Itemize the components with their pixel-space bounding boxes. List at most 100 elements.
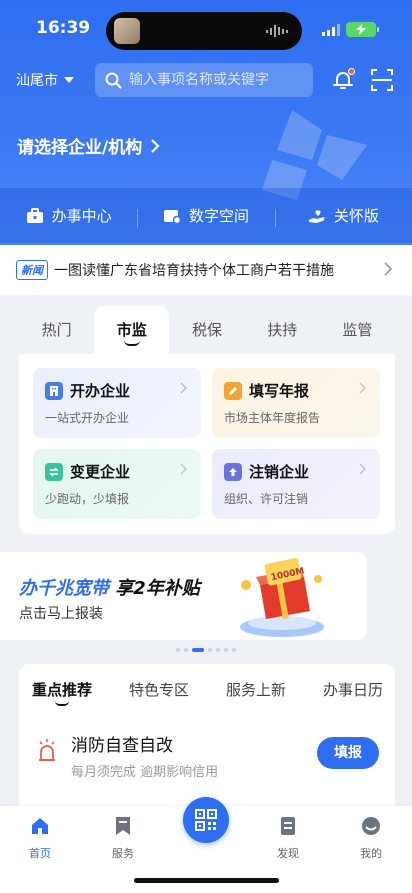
- qr-code-button[interactable]: [183, 797, 229, 843]
- chevron-right-icon: [359, 382, 366, 394]
- category-panel: 开办企业 一站式开办企业 填写年报 市场主体年度报告 变更企业 少跑动，少填报: [19, 354, 395, 534]
- carousel-dot: [216, 648, 220, 652]
- nav-profile[interactable]: 我的: [341, 816, 401, 861]
- tab-market-supervision[interactable]: 市监: [94, 306, 170, 354]
- banner-headline: 办千兆宽带 享2年补贴: [19, 574, 200, 600]
- fill-report-button[interactable]: 填报: [317, 737, 379, 769]
- briefcase-icon: [26, 207, 43, 223]
- qr-code-icon: [195, 809, 217, 831]
- carousel-dot: [208, 648, 212, 652]
- gift-box-icon: 1000M: [240, 558, 324, 637]
- bookmark-icon: [116, 817, 130, 835]
- category-tabs: 热门 市监 税保 扶持 监管: [19, 306, 395, 354]
- category-section: 热门 市监 税保 扶持 监管 开办企业 一站式开办企业 填写年报 市场主体年度报…: [0, 300, 412, 540]
- now-playing-avatar: [114, 18, 140, 44]
- scan-icon[interactable]: [371, 69, 393, 91]
- banner-highlight: 办千兆宽带: [19, 578, 109, 599]
- banner-main: 享2年补贴: [115, 578, 200, 599]
- tab-featured-zone[interactable]: 特色专区: [129, 679, 189, 700]
- chevron-right-icon: [180, 382, 187, 394]
- care-mode-button[interactable]: 关怀版: [274, 205, 412, 227]
- service-label: 关怀版: [333, 207, 379, 225]
- chevron-right-icon: [384, 262, 392, 276]
- nav-label: 发现: [277, 847, 299, 860]
- building-icon: [45, 381, 63, 400]
- news-ticker[interactable]: 新闻 一图读懂广东省培育扶持个体工商户若干措施: [0, 245, 412, 295]
- signal-icon: [322, 24, 340, 36]
- tab-key-recommend[interactable]: 重点推荐: [32, 679, 93, 706]
- tab-new-services[interactable]: 服务上新: [226, 679, 286, 700]
- profile-icon: [362, 817, 380, 835]
- carousel-dot: [184, 648, 188, 652]
- card-subtitle: 少跑动，少填报: [45, 492, 130, 506]
- recommend-section: 重点推荐 特色专区 服务上新 办事日历 消防自查自改 每月须完成 逾期影响信用 …: [19, 664, 395, 814]
- card-title: 变更企业: [70, 463, 131, 481]
- card-subtitle: 一站式开办企业: [45, 411, 130, 425]
- upload-icon: [224, 462, 242, 481]
- org-selector[interactable]: 请选择企业/机构: [17, 133, 160, 158]
- carousel-dot: [176, 648, 180, 652]
- recommend-subtitle: 每月须完成 逾期影响信用: [71, 765, 219, 780]
- service-label: 数字空间: [188, 207, 249, 225]
- pencil-icon: [224, 381, 242, 400]
- card-cancel-business[interactable]: 注销企业 组织、许可注销: [212, 449, 380, 519]
- home-indicator: [134, 878, 279, 883]
- banner-sub: 点击马上报装: [19, 606, 103, 622]
- nav-label: 服务: [112, 847, 134, 860]
- tab-label: 重点推荐: [32, 680, 93, 699]
- carousel-dot-active: [192, 648, 204, 652]
- tab-tax-insurance[interactable]: 税保: [169, 306, 244, 354]
- digital-space-icon: [163, 209, 181, 224]
- nav-home[interactable]: 首页: [10, 816, 70, 861]
- card-title: 开办企业: [70, 382, 131, 400]
- tab-regulation[interactable]: 监管: [320, 306, 395, 354]
- change-icon: [45, 462, 63, 481]
- service-center-button[interactable]: 办事中心: [0, 205, 137, 226]
- recommend-item[interactable]: 消防自查自改 每月须完成 逾期影响信用 填报: [19, 724, 395, 794]
- nav-discover[interactable]: 发现: [258, 816, 318, 861]
- chevron-right-icon: [180, 463, 187, 475]
- city-label: 汕尾市: [16, 73, 58, 89]
- card-title: 注销企业: [249, 463, 310, 481]
- battery-icon: [346, 22, 379, 37]
- caret-down-icon: [64, 77, 74, 83]
- home-icon: [32, 818, 48, 834]
- card-change-business[interactable]: 变更企业 少跑动，少填报: [33, 449, 201, 519]
- recommend-title: 消防自查自改: [71, 736, 173, 756]
- tab-support[interactable]: 扶持: [245, 306, 320, 354]
- city-selector[interactable]: 汕尾市: [16, 70, 74, 90]
- search-icon: [105, 72, 122, 88]
- tab-hot[interactable]: 热门: [19, 306, 94, 354]
- news-tag: 新闻: [16, 260, 48, 280]
- carousel-dot: [232, 648, 236, 652]
- dynamic-island: [106, 12, 302, 50]
- card-annual-report[interactable]: 填写年报 市场主体年度报告: [212, 368, 380, 438]
- nav-label: 首页: [29, 847, 51, 860]
- active-tab-indicator: [55, 701, 69, 706]
- digital-space-button[interactable]: 数字空间: [137, 205, 274, 227]
- chevron-right-icon: [151, 138, 160, 153]
- tab-service-calendar[interactable]: 办事日历: [323, 679, 383, 700]
- chevron-right-icon: [359, 463, 366, 475]
- card-title: 填写年报: [249, 382, 310, 400]
- status-time: 16:39: [36, 18, 91, 38]
- service-bar: 办事中心 数字空间 关怀版: [0, 188, 412, 243]
- carousel-dot: [224, 648, 228, 652]
- card-open-business[interactable]: 开办企业 一站式开办企业: [33, 368, 201, 438]
- search-input[interactable]: [129, 72, 304, 88]
- org-prompt: 请选择企业/机构: [17, 138, 143, 158]
- notification-bell-button[interactable]: [331, 68, 355, 92]
- notification-dot: [348, 68, 355, 75]
- status-bar: 16:39: [0, 0, 412, 58]
- card-subtitle: 组织、许可注销: [224, 492, 309, 506]
- carousel-indicator: [176, 648, 236, 652]
- search-box[interactable]: [95, 63, 313, 97]
- news-headline: 一图读懂广东省培育扶持个体工商户若干措施: [54, 263, 334, 279]
- tab-label: 市监: [116, 321, 147, 339]
- nav-services[interactable]: 服务: [93, 816, 153, 861]
- service-label: 办事中心: [51, 207, 112, 225]
- nav-label: 我的: [360, 847, 382, 860]
- audio-wave-icon: [266, 25, 288, 37]
- brand-watermark-icon: [262, 110, 367, 200]
- recommend-tabs: 重点推荐 特色专区 服务上新 办事日历: [19, 664, 395, 714]
